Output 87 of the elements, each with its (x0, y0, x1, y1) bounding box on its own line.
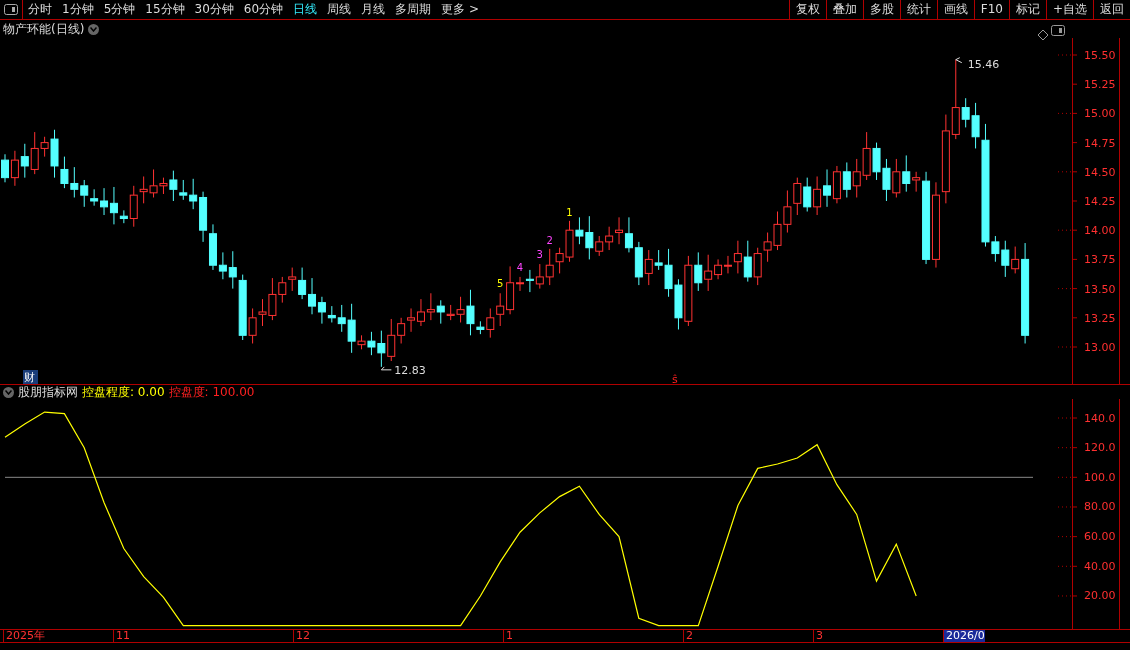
candlestick (634, 241, 643, 286)
indicator-value: 控盘程度: 0.00 (82, 384, 165, 401)
axis-label: 80.00 (1084, 500, 1116, 514)
period-tab[interactable]: 月线 (356, 0, 391, 19)
axis-label: 40.00 (1084, 559, 1116, 573)
indicator-name: 股朋指标网 (18, 384, 78, 401)
price-axis-label: 14.00 (1084, 224, 1116, 238)
price-axis-label: 13.25 (1084, 311, 1116, 325)
axis-label: 140.0 (1084, 411, 1116, 425)
leader-line (955, 57, 963, 64)
candlestick (426, 292, 435, 321)
period-tab[interactable]: 分时 (23, 0, 57, 19)
price-axis-label: 15.00 (1084, 107, 1116, 121)
price-axis-label: 14.25 (1084, 195, 1116, 208)
period-tab[interactable]: 日线 (288, 0, 323, 19)
high-price-label: 15.46 (967, 57, 1000, 71)
candlestick (674, 278, 683, 330)
candlestick (605, 226, 614, 251)
period-tab[interactable]: 5分钟 (98, 0, 141, 19)
candlestick (416, 298, 425, 327)
candlestick (872, 142, 881, 181)
low-price-label: 12.83 (394, 363, 426, 377)
candlestick (852, 158, 861, 198)
period-tab[interactable]: 60分钟 (238, 0, 289, 19)
date-label: 3 (813, 630, 823, 642)
signal-number: 3 (536, 249, 543, 260)
candlestick (298, 267, 307, 300)
axis-label: 100.0 (1084, 470, 1116, 484)
candlestick (832, 165, 841, 204)
candlestick (842, 161, 851, 198)
period-tab[interactable]: 30分钟 (189, 0, 239, 19)
price-axis-label: 14.75 (1084, 136, 1116, 150)
date-label: 2026/0 (943, 630, 985, 642)
panel-toggle-icon[interactable] (1051, 25, 1065, 36)
date-label: 12 (293, 630, 310, 642)
indicator-value: 控盘度: 100.00 (168, 384, 255, 401)
signal-number: 2 (546, 235, 553, 246)
candlestick (743, 240, 752, 283)
date-label: 2025年 (3, 630, 45, 642)
diamond-icon[interactable] (1037, 29, 1049, 41)
price-axis-label: 14.50 (1084, 165, 1116, 179)
date-label: 2 (683, 630, 693, 642)
candlestick (783, 190, 792, 234)
candlestick (773, 211, 782, 251)
dropdown-icon[interactable] (3, 386, 14, 398)
price-axis-label: 13.00 (1084, 341, 1116, 354)
candlestick (535, 263, 544, 290)
candlestick (288, 267, 297, 292)
period-tab[interactable]: 多周期 (390, 0, 437, 19)
signal-number: 4 (516, 262, 524, 273)
dropdown-icon[interactable] (88, 23, 100, 35)
candlestick (763, 232, 772, 263)
chart-title: 物产环能(日线) (3, 21, 85, 38)
signal-number: 5 (497, 278, 504, 289)
price-axis-label: 13.50 (1084, 282, 1116, 296)
price-axis-label: 15.25 (1084, 78, 1116, 92)
date-label: 1 (503, 630, 513, 642)
more-menu[interactable]: 更多 > (436, 0, 484, 19)
candlestick (793, 177, 802, 216)
axis-label: 120.0 (1084, 441, 1116, 455)
candlestick (624, 216, 633, 253)
candlestick (10, 150, 19, 187)
leader-line (380, 366, 392, 371)
axis-label: 20.00 (1084, 589, 1116, 603)
candlestick (545, 248, 554, 286)
period-tab[interactable]: 15分钟 (140, 0, 190, 19)
candlestick (862, 131, 871, 181)
axis-label: 60.00 (1084, 530, 1116, 544)
date-label: 11 (113, 630, 130, 642)
sell-signal-mark: ŝ (672, 373, 678, 386)
candlestick (70, 166, 79, 198)
signal-number: 1 (566, 207, 573, 218)
period-tab[interactable]: 周线 (322, 0, 357, 19)
candlestick (753, 247, 762, 286)
candlestick (803, 177, 812, 212)
price-axis-label: 13.75 (1084, 253, 1116, 267)
candlestick (892, 158, 901, 198)
candlestick (20, 143, 29, 179)
candlestick (615, 216, 624, 245)
candlestick (496, 292, 505, 327)
candlestick (407, 307, 416, 333)
price-axis-label: 15.50 (1084, 49, 1116, 62)
candlestick (1001, 240, 1010, 278)
candlestick (813, 175, 822, 216)
badge-tag: 财 (23, 370, 38, 384)
candlestick (882, 158, 891, 202)
period-tab[interactable]: 1分钟 (57, 0, 99, 19)
